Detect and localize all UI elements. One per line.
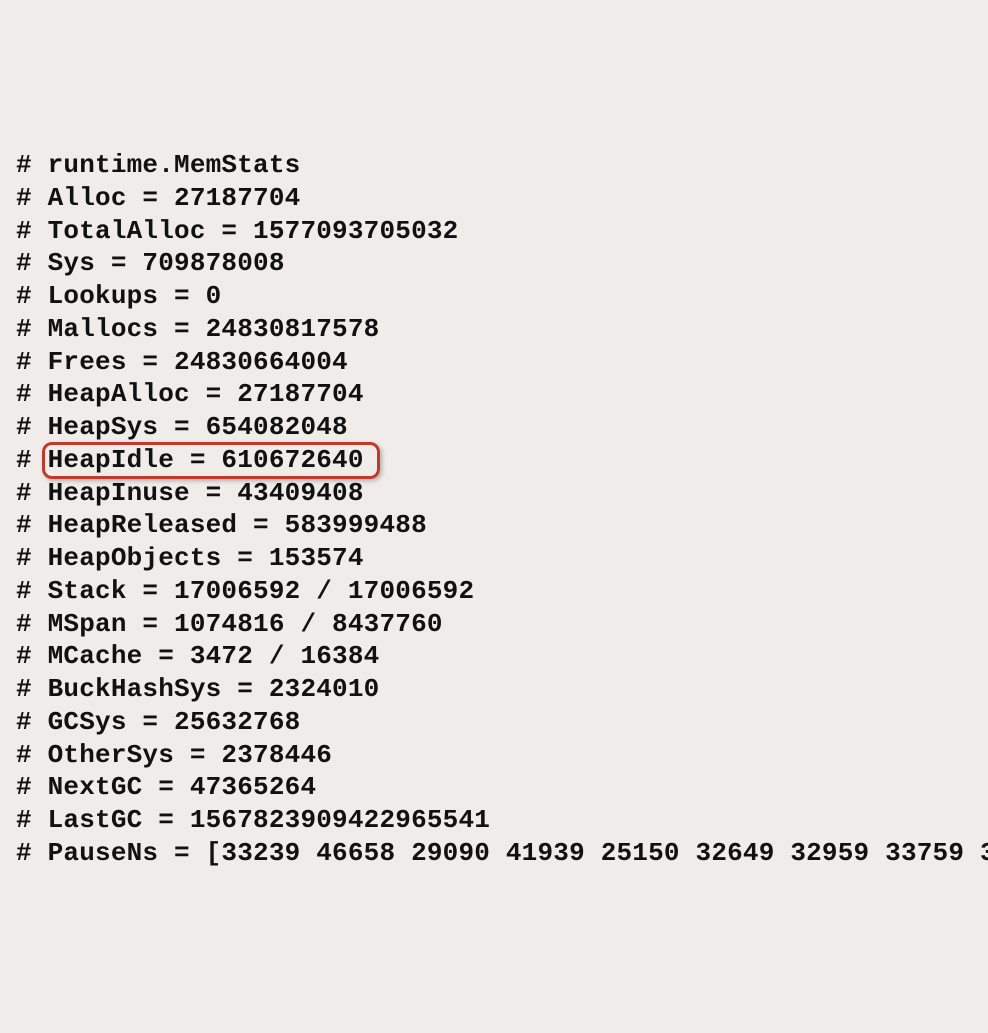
memstats-line-heapinuse: # HeapInuse = 43409408 (16, 477, 988, 510)
memstats-line-stack: # Stack = 17006592 / 17006592 (16, 575, 988, 608)
memstats-value: Alloc = 27187704 (48, 183, 301, 213)
memstats-value: Lookups = 0 (48, 281, 222, 311)
hash-prefix: # (16, 609, 48, 639)
hash-prefix: # (16, 445, 48, 475)
memstats-listing: # runtime.MemStats# Alloc = 27187704# To… (16, 149, 988, 870)
hash-prefix: # (16, 314, 48, 344)
memstats-value: Frees = 24830664004 (48, 347, 348, 377)
memstats-value: HeapIdle = 610672640 (48, 445, 364, 475)
memstats-line-alloc: # Alloc = 27187704 (16, 182, 988, 215)
memstats-value: GCSys = 25632768 (48, 707, 301, 737)
memstats-line-buckhashsys: # BuckHashSys = 2324010 (16, 673, 988, 706)
memstats-value: TotalAlloc = 1577093705032 (48, 216, 459, 246)
memstats-value: Sys = 709878008 (48, 248, 285, 278)
memstats-line-totalalloc: # TotalAlloc = 1577093705032 (16, 215, 988, 248)
memstats-line-nextgc: # NextGC = 47365264 (16, 771, 988, 804)
highlighted-line: HeapIdle = 610672640 (48, 444, 364, 477)
memstats-value: HeapAlloc = 27187704 (48, 379, 364, 409)
memstats-value: Mallocs = 24830817578 (48, 314, 380, 344)
memstats-value: MCache = 3472 / 16384 (48, 641, 380, 671)
memstats-line-heapalloc: # HeapAlloc = 27187704 (16, 378, 988, 411)
hash-prefix: # (16, 281, 48, 311)
memstats-line-mcache: # MCache = 3472 / 16384 (16, 640, 988, 673)
hash-prefix: # (16, 216, 48, 246)
memstats-value: Stack = 17006592 / 17006592 (48, 576, 475, 606)
memstats-value: HeapInuse = 43409408 (48, 478, 364, 508)
memstats-line-mallocs: # Mallocs = 24830817578 (16, 313, 988, 346)
memstats-value: BuckHashSys = 2324010 (48, 674, 380, 704)
memstats-value: HeapSys = 654082048 (48, 412, 348, 442)
hash-prefix: # (16, 150, 48, 180)
hash-prefix: # (16, 576, 48, 606)
memstats-line-heapobjects: # HeapObjects = 153574 (16, 542, 988, 575)
memstats-line-frees: # Frees = 24830664004 (16, 346, 988, 379)
memstats-value: LastGC = 1567823909422965541 (48, 805, 490, 835)
memstats-value: HeapObjects = 153574 (48, 543, 364, 573)
memstats-line-gcsys: # GCSys = 25632768 (16, 706, 988, 739)
memstats-line-pausens: # PauseNs = [33239 46658 29090 41939 251… (16, 837, 988, 870)
memstats-line-lookups: # Lookups = 0 (16, 280, 988, 313)
hash-prefix: # (16, 772, 48, 802)
memstats-line-mspan: # MSpan = 1074816 / 8437760 (16, 608, 988, 641)
memstats-value: NextGC = 47365264 (48, 772, 317, 802)
memstats-line-heapidle: # HeapIdle = 610672640 (16, 444, 988, 477)
header-text: runtime.MemStats (48, 150, 301, 180)
hash-prefix: # (16, 478, 48, 508)
hash-prefix: # (16, 183, 48, 213)
memstats-value: MSpan = 1074816 / 8437760 (48, 609, 443, 639)
hash-prefix: # (16, 641, 48, 671)
hash-prefix: # (16, 740, 48, 770)
hash-prefix: # (16, 347, 48, 377)
hash-prefix: # (16, 838, 48, 868)
memstats-value: PauseNs = [33239 46658 29090 41939 25150… (48, 838, 988, 868)
hash-prefix: # (16, 805, 48, 835)
memstats-line-heapreleased: # HeapReleased = 583999488 (16, 509, 988, 542)
hash-prefix: # (16, 510, 48, 540)
hash-prefix: # (16, 412, 48, 442)
hash-prefix: # (16, 674, 48, 704)
memstats-value: HeapReleased = 583999488 (48, 510, 427, 540)
hash-prefix: # (16, 707, 48, 737)
memstats-line-sys: # Sys = 709878008 (16, 247, 988, 280)
memstats-line-lastgc: # LastGC = 1567823909422965541 (16, 804, 988, 837)
memstats-line-heapsys: # HeapSys = 654082048 (16, 411, 988, 444)
hash-prefix: # (16, 248, 48, 278)
hash-prefix: # (16, 379, 48, 409)
memstats-line-othersys: # OtherSys = 2378446 (16, 739, 988, 772)
memstats-value: OtherSys = 2378446 (48, 740, 332, 770)
memstats-header: # runtime.MemStats (16, 149, 988, 182)
hash-prefix: # (16, 543, 48, 573)
